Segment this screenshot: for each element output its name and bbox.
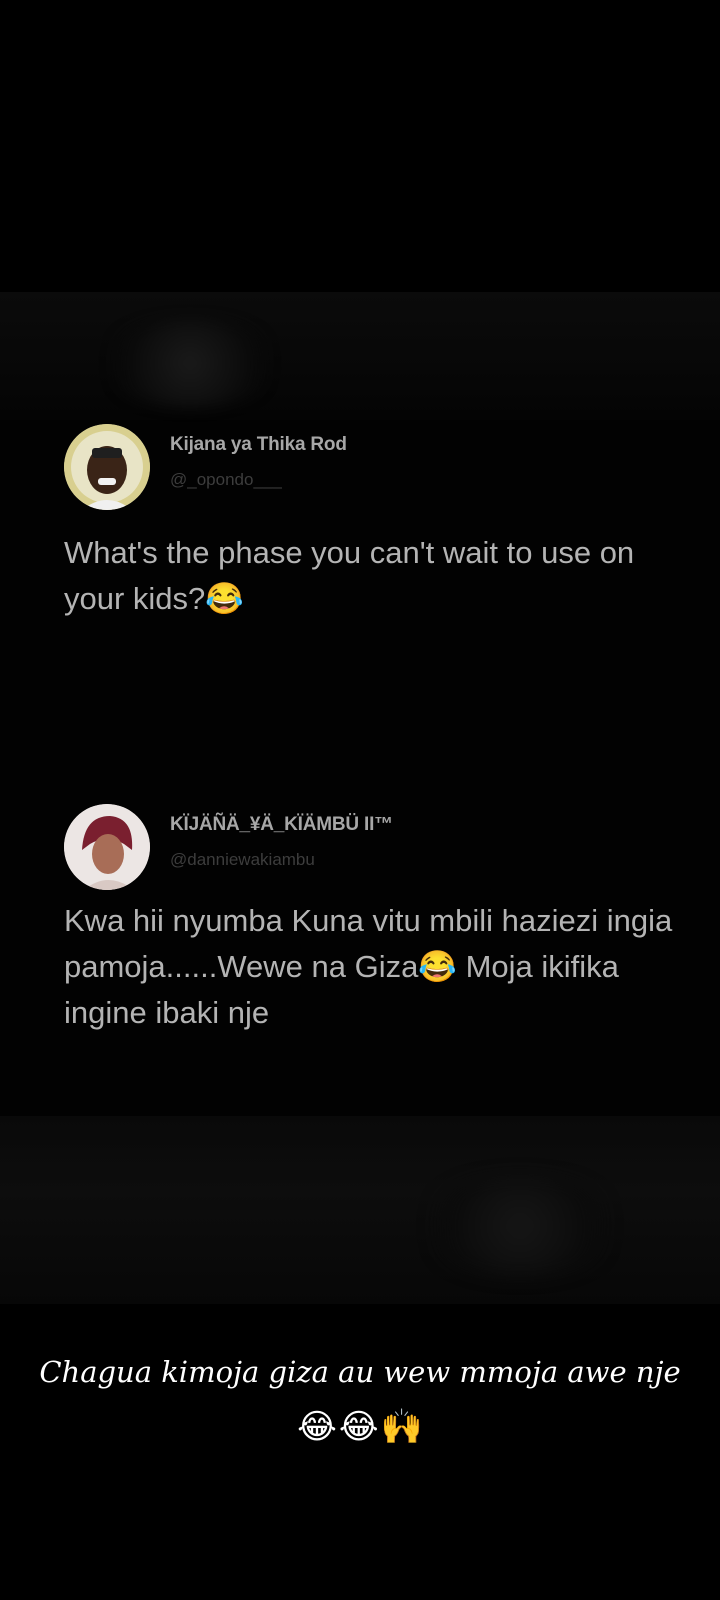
user-handle: @_opondo___ <box>170 470 282 489</box>
caption-emojis: 😂😂🙌 <box>0 1405 720 1449</box>
tweet-screenshot[interactable]: Kijana ya Thika Rod @_opondo___ What's t… <box>0 292 720 1304</box>
tweet-text: What's the phase you can't wait to use o… <box>64 535 635 616</box>
avatar <box>64 804 150 890</box>
avatar-person-icon <box>64 804 150 890</box>
status-caption: Chagua kimoja giza au wew mmoja awe nje <box>39 1355 681 1389</box>
tears-of-joy-emoji-icon: 😂 <box>297 1407 337 1447</box>
blur-smudge <box>100 318 280 408</box>
blur-smudge <box>420 1176 620 1276</box>
avatar <box>64 424 150 510</box>
blurred-bottom-region <box>0 1116 720 1304</box>
raising-hands-emoji-icon: 🙌 <box>380 1407 423 1447</box>
user-handle: @danniewakiambu <box>170 850 315 869</box>
blurred-top-region <box>0 292 720 420</box>
avatar-face-icon <box>64 424 150 510</box>
tears-of-joy-emoji-icon: 😂 <box>338 1407 379 1447</box>
display-name: KÏJÄÑÄ_¥Ä_KÏÄMBÜ II™ <box>170 814 393 835</box>
status-area <box>0 0 720 292</box>
display-name: Kijana ya Thika Rod <box>170 434 347 455</box>
tweet-text: Kwa hii nyumba Kuna vitu mbili haziezi i… <box>64 903 673 1030</box>
